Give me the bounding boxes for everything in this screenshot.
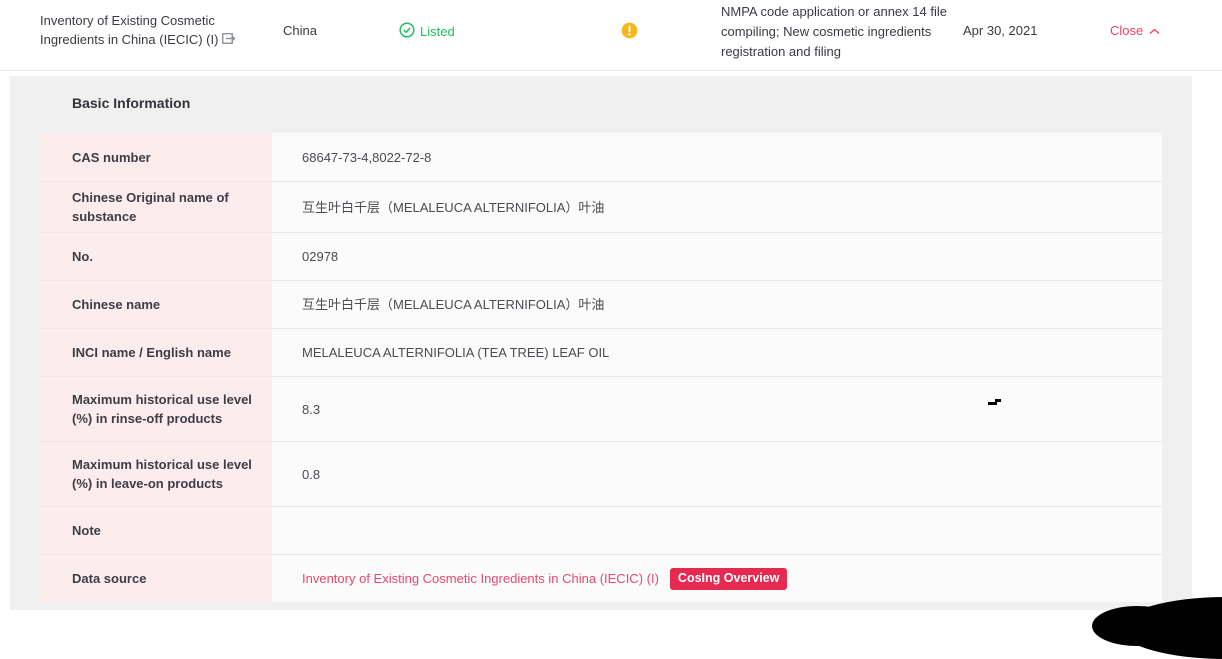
row-value: 8.3 xyxy=(272,376,1162,441)
row-value: 02978 xyxy=(272,232,1162,280)
region-label: China xyxy=(283,23,317,38)
check-circle-icon xyxy=(399,22,415,41)
status-badge: Listed xyxy=(399,22,455,41)
external-link-icon[interactable] xyxy=(222,31,237,50)
row-label: Chinese Original name of substance xyxy=(40,181,272,232)
ink-blob xyxy=(1092,606,1182,646)
table-row-inci-name: INCI name / English name MELALEUCA ALTER… xyxy=(40,328,1162,376)
row-value: 0.8 xyxy=(272,441,1162,506)
usage-text: NMPA code application or annex 14 file c… xyxy=(721,4,947,59)
inventory-title-text: Inventory of Existing Cosmetic Ingredien… xyxy=(40,13,219,47)
table-row-no: No. 02978 xyxy=(40,232,1162,280)
row-label: Data source xyxy=(40,554,272,602)
cosing-overview-badge[interactable]: CosIng Overview xyxy=(669,567,788,590)
row-label: Note xyxy=(40,506,272,554)
row-label: CAS number xyxy=(40,133,272,181)
close-button[interactable]: Close xyxy=(1110,23,1160,38)
chevron-up-icon xyxy=(1149,23,1160,38)
table-row-chinese-name: Chinese name 互生叶白千层（MELALEUCA ALTERNIFOL… xyxy=(40,280,1162,328)
table-row-max-leave-on: Maximum historical use level (%) in leav… xyxy=(40,441,1162,506)
row-value: 68647-73-4,8022-72-8 xyxy=(272,133,1162,181)
inventory-title-link[interactable]: Inventory of Existing Cosmetic Ingredien… xyxy=(40,11,240,50)
row-label: Maximum historical use level (%) in leav… xyxy=(40,441,272,506)
row-label: No. xyxy=(40,232,272,280)
close-label: Close xyxy=(1110,23,1144,38)
basic-information-table: CAS number 68647-73-4,8022-72-8 Chinese … xyxy=(40,133,1162,602)
status-label: Listed xyxy=(420,24,455,39)
table-row-chinese-original-name: Chinese Original name of substance 互生叶白千… xyxy=(40,181,1162,232)
regulation-list-row: Inventory of Existing Cosmetic Ingredien… xyxy=(0,0,1222,71)
data-source-link[interactable]: Inventory of Existing Cosmetic Ingredien… xyxy=(302,569,659,588)
warning-icon[interactable] xyxy=(621,22,638,44)
row-label: Chinese name xyxy=(40,280,272,328)
row-value: 互生叶白千层（MELALEUCA ALTERNIFOLIA）叶油 xyxy=(272,181,1162,232)
cursor-mark xyxy=(988,398,1004,406)
row-value xyxy=(272,506,1162,554)
detail-panel: Basic Information CAS number 68647-73-4,… xyxy=(10,76,1192,610)
panel-title: Basic Information xyxy=(72,95,191,111)
row-value: MELALEUCA ALTERNIFOLIA (TEA TREE) LEAF O… xyxy=(272,328,1162,376)
table-row-cas-number: CAS number 68647-73-4,8022-72-8 xyxy=(40,133,1162,181)
table-row-data-source: Data source Inventory of Existing Cosmet… xyxy=(40,554,1162,602)
row-label: Maximum historical use level (%) in rins… xyxy=(40,376,272,441)
row-value: 互生叶白千层（MELALEUCA ALTERNIFOLIA）叶油 xyxy=(272,280,1162,328)
table-row-max-rinse-off: Maximum historical use level (%) in rins… xyxy=(40,376,1162,441)
table-row-note: Note xyxy=(40,506,1162,554)
row-label: INCI name / English name xyxy=(40,328,272,376)
date-label: Apr 30, 2021 xyxy=(963,23,1038,38)
row-value: Inventory of Existing Cosmetic Ingredien… xyxy=(272,554,1162,602)
